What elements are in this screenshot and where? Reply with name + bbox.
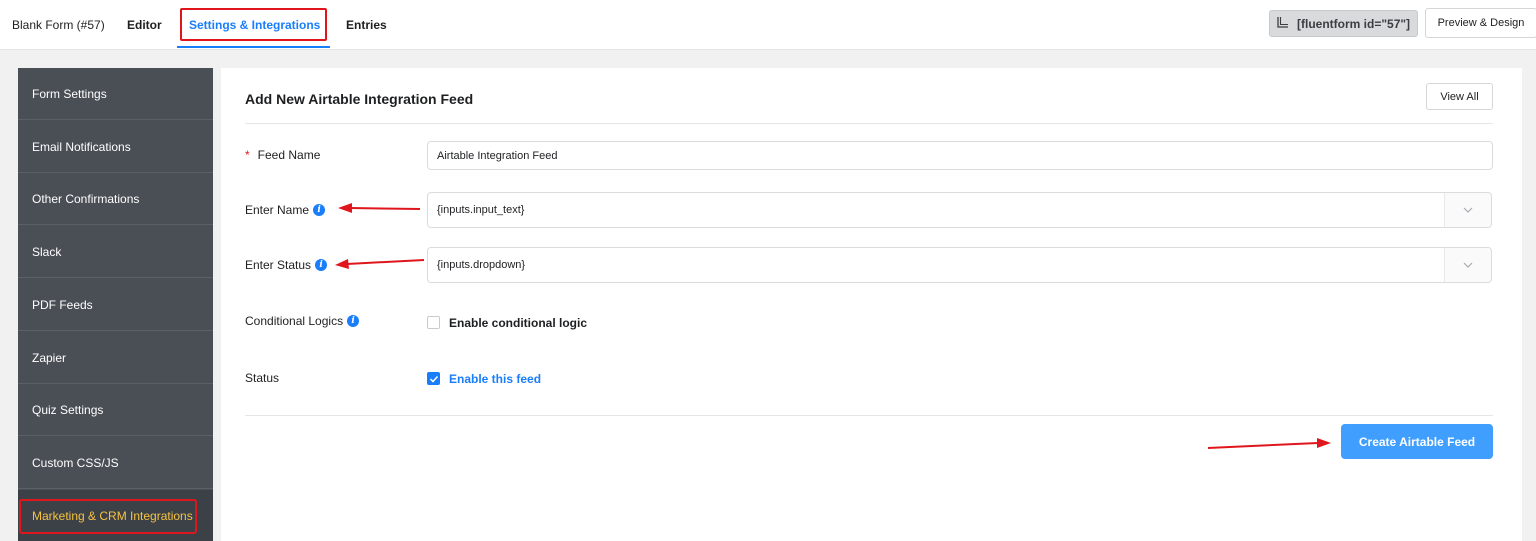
sidebar-item-quiz-settings[interactable]: Quiz Settings [18,384,213,436]
footer-divider [245,415,1493,416]
sidebar-item-zapier[interactable]: Zapier [18,332,213,384]
settings-sidebar: Form Settings Email Notifications Other … [18,68,213,541]
enter-status-label-text: Enter Status [245,258,312,272]
shortcode-icon [1276,16,1289,32]
sidebar-item-pdf-feeds[interactable]: PDF Feeds [18,279,213,331]
feed-name-label-text: Feed Name [257,148,321,162]
status-label-text: Status [245,371,280,385]
main-panel [221,68,1522,541]
view-all-button[interactable]: View All [1426,83,1493,110]
chevron-down-icon [1444,248,1491,282]
enter-name-value: {inputs.input_text} [437,204,525,216]
enable-feed-checkbox[interactable] [427,372,440,385]
enter-name-select[interactable]: {inputs.input_text} [427,192,1492,228]
create-airtable-feed-button[interactable]: Create Airtable Feed [1341,424,1493,459]
enter-name-label-text: Enter Name [245,203,310,217]
enter-status-label: Enter Status i [245,258,328,272]
nav-editor[interactable]: Editor [127,18,162,32]
info-icon[interactable]: i [313,204,326,216]
header-divider [245,123,1493,124]
nav-entries[interactable]: Entries [346,18,387,32]
conditional-logic-checkbox[interactable] [427,316,440,329]
enter-status-value: {inputs.dropdown} [437,259,526,271]
sidebar-item-form-settings[interactable]: Form Settings [18,68,213,120]
conditional-logics-label-text: Conditional Logics [245,314,344,328]
checkmark-icon [429,375,439,383]
form-title: Blank Form (#57) [12,18,105,32]
conditional-logic-checkbox-label[interactable]: Enable conditional logic [449,316,587,330]
shortcode-copy-button[interactable]: [fluentform id="57"] [1269,10,1418,37]
sidebar-item-email-notifications[interactable]: Email Notifications [18,121,213,173]
sidebar-item-custom-css-js[interactable]: Custom CSS/JS [18,437,213,489]
feed-name-label: * Feed Name [245,148,320,162]
info-icon[interactable]: i [347,315,360,327]
enter-name-label: Enter Name i [245,203,326,217]
page-title: Add New Airtable Integration Feed [245,91,474,107]
required-mark: * [245,148,250,162]
chevron-down-icon [1444,193,1491,227]
annotation-highlight-marketing [19,499,197,534]
annotation-highlight-settings [180,8,327,41]
enable-feed-checkbox-label[interactable]: Enable this feed [449,372,541,386]
preview-design-button[interactable]: Preview & Design [1425,8,1536,38]
sidebar-item-slack[interactable]: Slack [18,226,213,278]
enter-status-select[interactable]: {inputs.dropdown} [427,247,1492,283]
status-label: Status [245,371,279,385]
sidebar-item-other-confirmations[interactable]: Other Confirmations [18,173,213,225]
conditional-logics-label: Conditional Logics i [245,314,360,328]
active-tab-underline [177,46,330,48]
feed-name-input[interactable] [427,141,1493,170]
top-bar: Blank Form (#57) Editor Settings & Integ… [0,0,1536,50]
shortcode-text: [fluentform id="57"] [1297,16,1411,31]
info-icon[interactable]: i [315,259,328,271]
